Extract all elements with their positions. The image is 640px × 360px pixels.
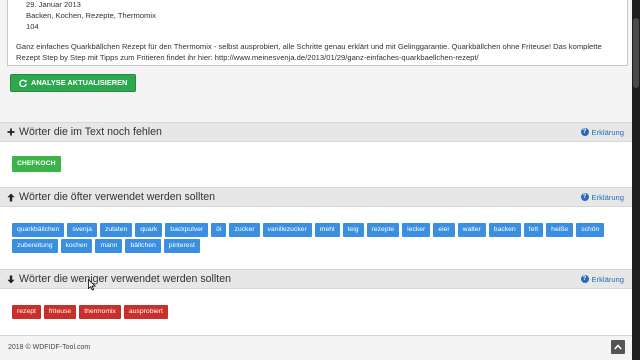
tag-more[interactable]: bällchen — [125, 239, 161, 253]
tag-more[interactable]: backen — [488, 223, 521, 237]
tag-less[interactable]: friteuse — [43, 305, 77, 319]
mouse-cursor-icon — [88, 279, 96, 291]
tag-less[interactable]: rezept — [12, 305, 41, 319]
tag-more[interactable]: eier — [433, 223, 455, 237]
window-scrollbar[interactable] — [632, 0, 640, 360]
help-label: Erklärung — [591, 127, 625, 137]
less-tags: rezept friteuse thermomix ausprobiert — [12, 305, 171, 321]
section-missing-help-link[interactable]: ? Erklärung — [580, 123, 625, 141]
tag-more[interactable]: zucker — [229, 223, 260, 237]
footer-copyright: 2018 © WDFIDF-Tool.com — [8, 344, 91, 351]
textbox-description-line2: Rezept Step by Step mit Tipps zum Fritie… — [16, 53, 479, 62]
tag-more[interactable]: fett — [523, 223, 544, 237]
plus-icon — [5, 128, 17, 136]
tag-more[interactable]: mehl — [314, 223, 340, 237]
footer: 2018 © WDFIDF-Tool.com — [0, 336, 632, 360]
section-missing-body: CHEFKOCH — [0, 142, 632, 187]
question-icon: ? — [580, 128, 589, 136]
tag-missing[interactable]: CHEFKOCH — [12, 156, 61, 172]
tag-more[interactable]: vanillezucker — [262, 223, 312, 237]
question-icon: ? — [580, 193, 589, 201]
section-more-title: Wörter die öfter verwendet werden sollte… — [19, 191, 216, 203]
page: 29. Januar 2013 Backen, Kochen, Rezepte,… — [0, 0, 632, 360]
tag-more[interactable]: zutaten — [99, 223, 133, 237]
tag-more[interactable]: svenja — [67, 223, 97, 237]
tag-less[interactable]: ausprobiert — [123, 305, 168, 319]
textbox-description-line1: Ganz einfaches Quarkbällchen Rezept für … — [16, 42, 602, 51]
textbox-categories: Backen, Kochen, Rezepte, Thermomix — [26, 11, 156, 20]
section-more-help-link[interactable]: ? Erklärung — [580, 188, 625, 206]
tag-more[interactable]: heiße — [546, 223, 574, 237]
tag-more[interactable]: kochen — [60, 239, 93, 253]
tag-less[interactable]: thermomix — [79, 305, 121, 319]
tag-more[interactable]: walter — [457, 223, 486, 237]
section-missing-header: Wörter die im Text noch fehlen ? Erkläru… — [0, 122, 632, 142]
question-icon: ? — [580, 275, 589, 283]
tag-more[interactable]: rezepte — [366, 223, 400, 237]
more-tags: quarkbällchen svenja zutaten quark backp… — [12, 223, 622, 255]
arrow-up-icon — [5, 193, 17, 202]
scrollbar-thumb[interactable] — [633, 18, 639, 88]
help-label: Erklärung — [591, 192, 625, 202]
analyse-update-label: ANALYSE AKTUALISIEREN — [31, 78, 128, 87]
section-less-body: rezept friteuse thermomix ausprobiert — [0, 289, 632, 335]
scroll-to-top-button[interactable] — [611, 340, 625, 354]
tag-more[interactable]: quark — [135, 223, 163, 237]
textbox-date: 29. Januar 2013 — [26, 0, 81, 9]
arrow-down-icon — [5, 275, 17, 284]
textbox-count: 104 — [26, 22, 39, 31]
refresh-icon — [19, 79, 27, 87]
tag-more[interactable]: backpulver — [165, 223, 209, 237]
tag-more[interactable]: mann — [95, 239, 123, 253]
tag-more[interactable]: schön — [576, 223, 605, 237]
tag-more[interactable]: quarkbällchen — [12, 223, 65, 237]
section-less-title: Wörter die weniger verwendet werden soll… — [19, 273, 231, 285]
section-more-body: quarkbällchen svenja zutaten quark backp… — [0, 207, 632, 269]
tag-more[interactable]: zubereitung — [12, 239, 58, 253]
content-textarea[interactable]: 29. Januar 2013 Backen, Kochen, Rezepte,… — [7, 0, 628, 66]
tag-more[interactable]: teig — [342, 223, 364, 237]
analyse-update-button[interactable]: ANALYSE AKTUALISIEREN — [10, 74, 137, 92]
tag-more[interactable]: lecker — [402, 223, 431, 237]
section-missing-title: Wörter die im Text noch fehlen — [19, 126, 162, 138]
tag-more[interactable]: öl — [211, 223, 227, 237]
section-less-help-link[interactable]: ? Erklärung — [580, 270, 625, 288]
missing-tags: CHEFKOCH — [12, 156, 64, 174]
chevron-up-icon — [614, 344, 622, 350]
help-label: Erklärung — [591, 274, 625, 284]
section-more-header: Wörter die öfter verwendet werden sollte… — [0, 187, 632, 207]
tag-more[interactable]: pinterest — [163, 239, 200, 253]
